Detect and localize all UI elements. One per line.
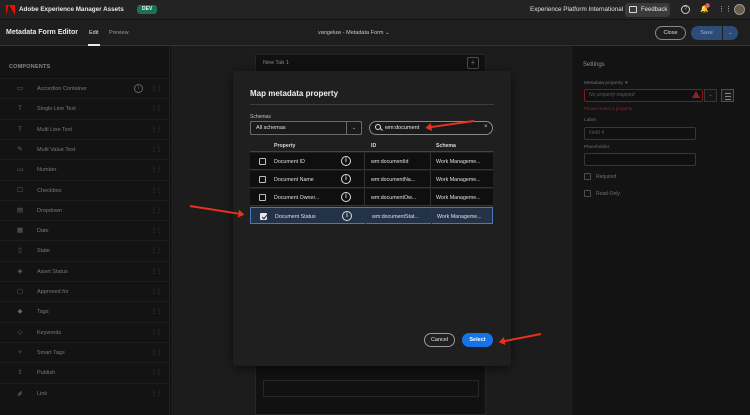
column-divider — [364, 171, 365, 187]
row-property: Document Owner... — [274, 195, 320, 201]
clear-icon[interactable]: × — [484, 124, 488, 130]
chevron-down-icon: ⌄ — [384, 30, 390, 36]
dialog-divider — [250, 104, 494, 105]
help-icon[interactable]: ? — [681, 5, 690, 14]
column-header-id[interactable]: ID — [371, 143, 376, 149]
column-divider — [430, 189, 431, 205]
app-name[interactable]: Adobe Experience Manager Assets — [19, 6, 124, 13]
column-header-schema[interactable]: Schema — [436, 143, 456, 149]
row-id: wm:documentOw... — [371, 195, 417, 201]
table-header-divider — [250, 151, 493, 152]
save-options-chevron-icon[interactable]: ⌄ — [723, 26, 738, 40]
org-switcher[interactable]: Experience Platform International — [530, 6, 623, 13]
page-title: Metadata Form Editor — [6, 29, 78, 36]
chevron-down-icon[interactable]: ⌄ — [346, 121, 362, 135]
env-badge: DEV — [137, 5, 158, 14]
row-schema: Work Manageme... — [436, 159, 481, 165]
notification-badge: 2 — [705, 3, 710, 8]
editor-header: Metadata Form Editor Edit Preview vangel… — [0, 20, 750, 46]
row-checkbox[interactable] — [259, 194, 266, 201]
column-divider — [364, 189, 365, 205]
table-row[interactable]: Document Status i wm:documentStat... Work M… — [250, 207, 493, 224]
feedback-icon — [629, 6, 637, 13]
info-icon[interactable]: i — [342, 211, 352, 221]
save-button[interactable]: Save — [691, 26, 722, 40]
form-name: vangeluw - Metadata Form — [318, 30, 384, 36]
row-checkbox[interactable] — [259, 176, 266, 183]
form-name-dropdown[interactable]: vangeluw - Metadata Form ⌄ — [318, 30, 390, 36]
row-id: wm:documentStat... — [372, 214, 419, 220]
select-button[interactable]: Select — [462, 333, 493, 347]
feedback-label: Feedback — [641, 7, 668, 13]
row-id: wm:documentNa... — [371, 177, 416, 183]
info-icon[interactable]: i — [341, 156, 351, 166]
info-icon[interactable]: i — [341, 174, 351, 184]
row-schema: Work Manageme... — [436, 195, 481, 201]
column-divider — [431, 208, 432, 224]
row-id: wm:documentId — [371, 159, 409, 165]
tab-preview[interactable]: Preview — [109, 30, 129, 36]
info-icon[interactable]: i — [341, 192, 351, 202]
row-property: Document ID — [274, 159, 305, 165]
table-row[interactable]: Document ID i wm:documentId Work Manageme..… — [250, 153, 493, 170]
top-bar: Adobe Experience Manager Assets DEV Expe… — [0, 0, 750, 20]
row-schema: Work Manageme... — [436, 177, 481, 183]
row-property: Document Name — [274, 177, 314, 183]
schemas-label: Schemas — [250, 114, 271, 120]
row-checkbox[interactable] — [259, 158, 266, 165]
schemas-select-value: All schemas — [256, 125, 286, 131]
app-switcher-icon[interactable]: ⋮⋮ — [718, 5, 732, 14]
search-value: wm:document — [385, 125, 420, 131]
row-checkbox-checked[interactable] — [260, 213, 267, 220]
column-divider — [364, 153, 365, 169]
column-divider — [430, 171, 431, 187]
row-schema: Work Manageme... — [437, 214, 482, 220]
feedback-button[interactable]: Feedback — [625, 3, 670, 17]
tab-edit[interactable]: Edit — [89, 30, 98, 36]
cancel-button[interactable]: Cancel — [424, 333, 455, 347]
row-property: Document Status — [275, 214, 316, 220]
avatar[interactable] — [734, 4, 745, 15]
column-header-property[interactable]: Property — [274, 143, 295, 149]
close-button[interactable]: Close — [655, 26, 686, 40]
dialog-title: Map metadata property — [250, 89, 339, 98]
table-row[interactable]: Document Name i wm:documentNa... Work Manag… — [250, 171, 493, 188]
table-row[interactable]: Document Owner... i wm:documentOw... Work M… — [250, 189, 493, 206]
column-divider — [365, 208, 366, 224]
column-divider — [430, 153, 431, 169]
